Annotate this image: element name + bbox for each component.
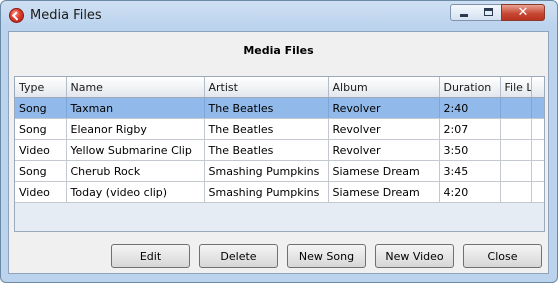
cell-file-location: [500, 97, 532, 119]
new-video-button[interactable]: New Video: [375, 244, 454, 268]
cell-file-location: [500, 139, 532, 161]
cell-duration: 3:45: [439, 160, 501, 182]
close-icon: ✕: [517, 5, 529, 20]
window-title: Media Files: [30, 8, 102, 23]
cell-artist: Smashing Pumpkins: [204, 160, 329, 182]
cell-name: Today (video clip): [66, 181, 205, 203]
column-header-filler: [531, 77, 544, 98]
cell-filler: [531, 160, 544, 182]
cell-name: Yellow Submarine Clip: [66, 139, 205, 161]
cell-filler: [531, 97, 544, 119]
column-header-file-location[interactable]: File L: [500, 77, 532, 98]
close-window-button[interactable]: ✕: [501, 4, 545, 21]
cell-type: Song: [15, 97, 67, 119]
title-bar[interactable]: Media Files ✕: [1, 1, 557, 31]
cell-album: Revolver: [328, 118, 440, 140]
column-header-duration[interactable]: Duration: [439, 77, 501, 98]
cell-filler: [531, 139, 544, 161]
cell-album: Revolver: [328, 139, 440, 161]
table-row[interactable]: Song Cherub Rock Smashing Pumpkins Siame…: [15, 160, 544, 182]
cell-artist: The Beatles: [204, 97, 329, 119]
dialog-content: Media Files Type Name Artist Album Durat…: [8, 31, 549, 274]
media-table[interactable]: Type Name Artist Album Duration File L S…: [14, 76, 545, 232]
column-header-type[interactable]: Type: [15, 77, 67, 98]
column-header-name[interactable]: Name: [66, 77, 205, 98]
column-header-artist[interactable]: Artist: [204, 77, 329, 98]
cell-type: Video: [15, 181, 67, 203]
app-icon: [9, 8, 24, 23]
cell-filler: [531, 118, 544, 140]
cell-duration: 2:07: [439, 118, 501, 140]
cell-name: Taxman: [66, 97, 205, 119]
minimize-icon: [460, 14, 468, 17]
media-files-window: Media Files ✕ Media Files Type Name Arti…: [0, 0, 558, 283]
cell-album: Siamese Dream: [328, 160, 440, 182]
cell-artist: The Beatles: [204, 139, 329, 161]
cell-artist: The Beatles: [204, 118, 329, 140]
delete-button[interactable]: Delete: [199, 244, 278, 268]
edit-button[interactable]: Edit: [111, 244, 190, 268]
column-header-album[interactable]: Album: [328, 77, 440, 98]
cell-artist: Smashing Pumpkins: [204, 181, 329, 203]
cell-duration: 2:40: [439, 97, 501, 119]
cell-album: Revolver: [328, 97, 440, 119]
new-song-button[interactable]: New Song: [287, 244, 366, 268]
table-row[interactable]: Video Yellow Submarine Clip The Beatles …: [15, 139, 544, 161]
cell-duration: 3:50: [439, 139, 501, 161]
cell-album: Siamese Dream: [328, 181, 440, 203]
cell-type: Song: [15, 118, 67, 140]
table-row[interactable]: Song Taxman The Beatles Revolver 2:40: [15, 97, 544, 119]
cell-file-location: [500, 181, 532, 203]
cell-file-location: [500, 160, 532, 182]
table-row[interactable]: Song Eleanor Rigby The Beatles Revolver …: [15, 118, 544, 140]
cell-type: Song: [15, 160, 67, 182]
cell-filler: [531, 181, 544, 203]
table-row[interactable]: Video Today (video clip) Smashing Pumpki…: [15, 181, 544, 203]
maximize-button[interactable]: [476, 4, 502, 21]
page-title: Media Files: [243, 44, 314, 57]
cell-name: Cherub Rock: [66, 160, 205, 182]
maximize-icon: [484, 8, 493, 16]
cell-duration: 4:20: [439, 181, 501, 203]
table-header-row: Type Name Artist Album Duration File L: [15, 77, 544, 98]
cell-file-location: [500, 118, 532, 140]
close-button[interactable]: Close: [463, 244, 542, 268]
cell-name: Eleanor Rigby: [66, 118, 205, 140]
minimize-button[interactable]: [450, 4, 477, 21]
cell-type: Video: [15, 139, 67, 161]
